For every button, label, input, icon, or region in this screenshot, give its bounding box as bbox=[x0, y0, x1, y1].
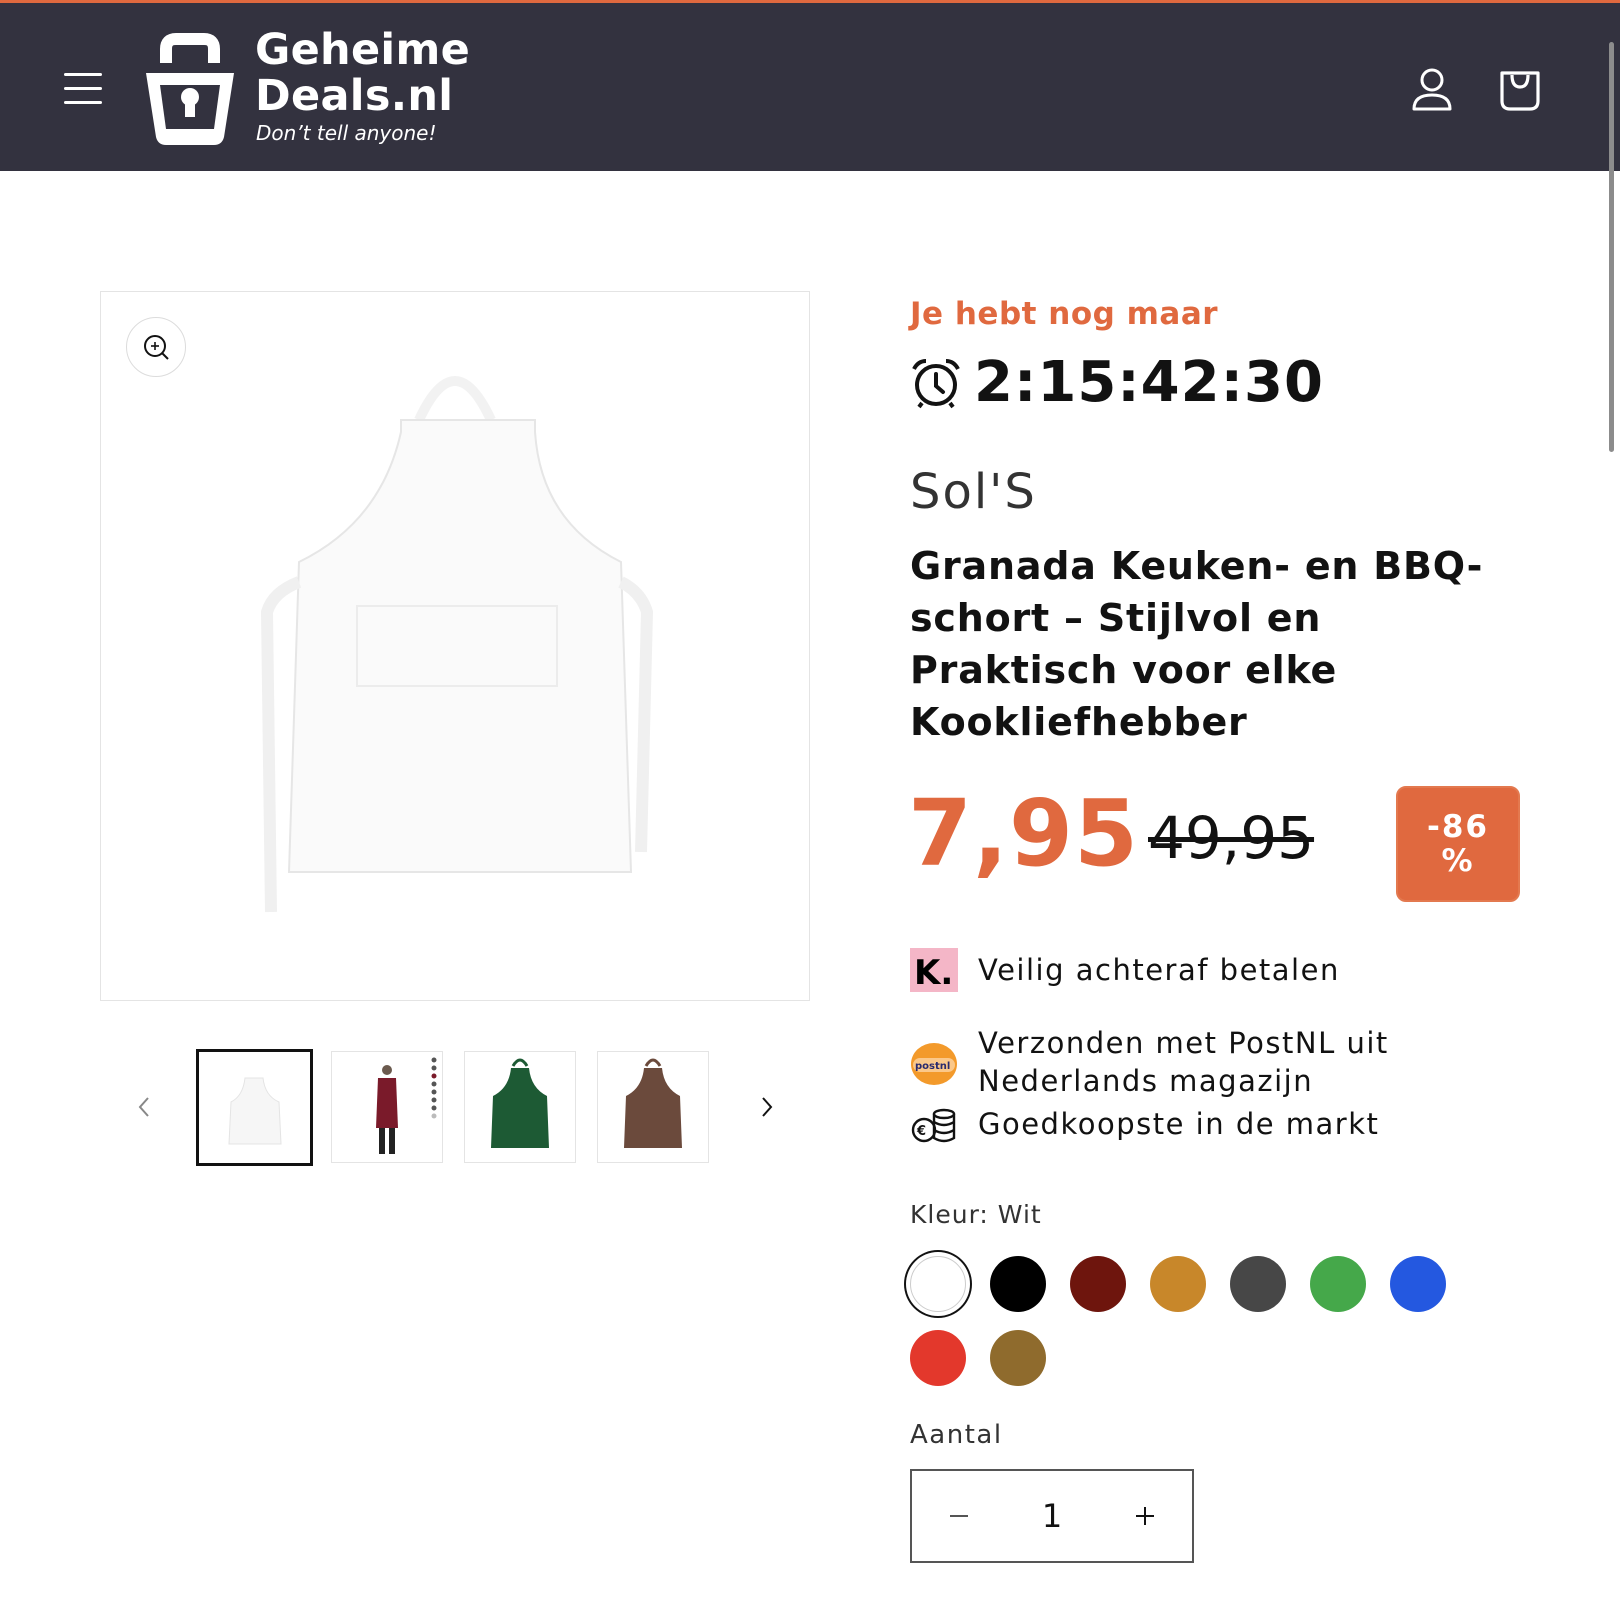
logo-line-2: Deals.nl bbox=[255, 71, 454, 121]
quantity-label: Aantal bbox=[910, 1420, 1003, 1450]
product-title: Granada Keuken- en BBQ-schort – Stijlvol… bbox=[910, 544, 1484, 744]
countdown-timer: 2:15:42:30 bbox=[910, 350, 1324, 415]
apron-model-thumb-image bbox=[376, 1057, 437, 1154]
logo-text: Geheime Deals.nl bbox=[255, 27, 470, 119]
coins-icon: € bbox=[911, 1108, 956, 1143]
page-scrollbar[interactable] bbox=[1609, 42, 1614, 452]
thumbnail-apron-green[interactable] bbox=[464, 1051, 576, 1163]
discount-percent-sign: % bbox=[1441, 843, 1475, 879]
quantity-input[interactable] bbox=[1006, 1471, 1098, 1561]
color-swatch[interactable] bbox=[910, 1256, 966, 1312]
thumbnail-apron-model[interactable] bbox=[331, 1051, 443, 1163]
sale-price: 7,95 bbox=[908, 780, 1139, 887]
usp-item: € Goedkoopste in de markt bbox=[910, 1100, 1379, 1148]
menu-icon[interactable] bbox=[64, 71, 104, 107]
usp-item: K. Veilig achteraf betalen bbox=[910, 946, 1340, 994]
color-swatch[interactable] bbox=[990, 1256, 1046, 1312]
postnl-icon: postnl bbox=[911, 1043, 957, 1085]
discount-badge: -86 % bbox=[1396, 786, 1520, 902]
color-swatch[interactable] bbox=[1070, 1256, 1126, 1312]
discount-value: -86 bbox=[1426, 809, 1489, 845]
account-icon[interactable] bbox=[1408, 65, 1456, 113]
logo-tagline: Don’t tell anyone! bbox=[256, 121, 437, 145]
svg-text:postnl: postnl bbox=[915, 1061, 950, 1072]
usp-item: postnl Verzonden met PostNL uit Nederlan… bbox=[910, 1024, 1408, 1100]
thumbnail-apron-white[interactable] bbox=[196, 1049, 313, 1166]
quantity-decrease-button[interactable] bbox=[912, 1471, 1006, 1561]
usp-text: Verzonden met PostNL uit Nederlands maga… bbox=[978, 1026, 1389, 1098]
color-swatch[interactable] bbox=[990, 1330, 1046, 1386]
color-swatch[interactable] bbox=[910, 1330, 966, 1386]
klarna-icon: K. bbox=[910, 948, 958, 993]
zoom-in-icon bbox=[144, 335, 169, 360]
thumbs-next-chevron-icon[interactable] bbox=[751, 1092, 781, 1122]
thumbs-prev-chevron-icon[interactable] bbox=[130, 1092, 160, 1122]
quantity-increase-button[interactable] bbox=[1098, 1471, 1192, 1561]
apron-image bbox=[260, 376, 654, 913]
minus-icon bbox=[950, 1515, 968, 1517]
quantity-stepper bbox=[910, 1469, 1194, 1563]
cart-icon[interactable] bbox=[1496, 65, 1544, 113]
logo-line-1: Geheime bbox=[255, 25, 471, 75]
compare-price: 49,95 bbox=[1148, 804, 1315, 872]
usp-text: Veilig achteraf betalen bbox=[978, 953, 1340, 987]
plus-icon bbox=[1136, 1507, 1154, 1525]
basket-lock-icon bbox=[146, 33, 234, 145]
apron-green-thumb-image bbox=[491, 1058, 549, 1148]
product-vendor: Sol'S bbox=[910, 464, 1037, 520]
color-swatch[interactable] bbox=[1390, 1256, 1446, 1312]
urgency-text: Je hebt nog maar bbox=[910, 296, 1219, 332]
apron-white-thumb-image bbox=[228, 1077, 282, 1145]
color-swatch[interactable] bbox=[1150, 1256, 1206, 1312]
apron-brown-thumb-image bbox=[624, 1058, 682, 1148]
usp-text: Goedkoopste in de markt bbox=[978, 1107, 1380, 1141]
color-swatch[interactable] bbox=[1310, 1256, 1366, 1312]
countdown-value: 2:15:42:30 bbox=[974, 350, 1324, 415]
product-main-image[interactable] bbox=[100, 291, 810, 1001]
site-header: Geheime Deals.nl Don’t tell anyone! bbox=[0, 3, 1620, 171]
svg-text:K.: K. bbox=[914, 953, 953, 993]
alarm-clock-icon bbox=[912, 358, 960, 408]
color-label: Kleur: Wit bbox=[910, 1200, 1042, 1229]
color-swatch[interactable] bbox=[1230, 1256, 1286, 1312]
logo[interactable]: Geheime Deals.nl Don’t tell anyone! bbox=[144, 27, 474, 151]
zoom-button[interactable] bbox=[126, 317, 186, 377]
svg-text:€: € bbox=[916, 1124, 926, 1139]
thumbnail-apron-brown[interactable] bbox=[597, 1051, 709, 1163]
